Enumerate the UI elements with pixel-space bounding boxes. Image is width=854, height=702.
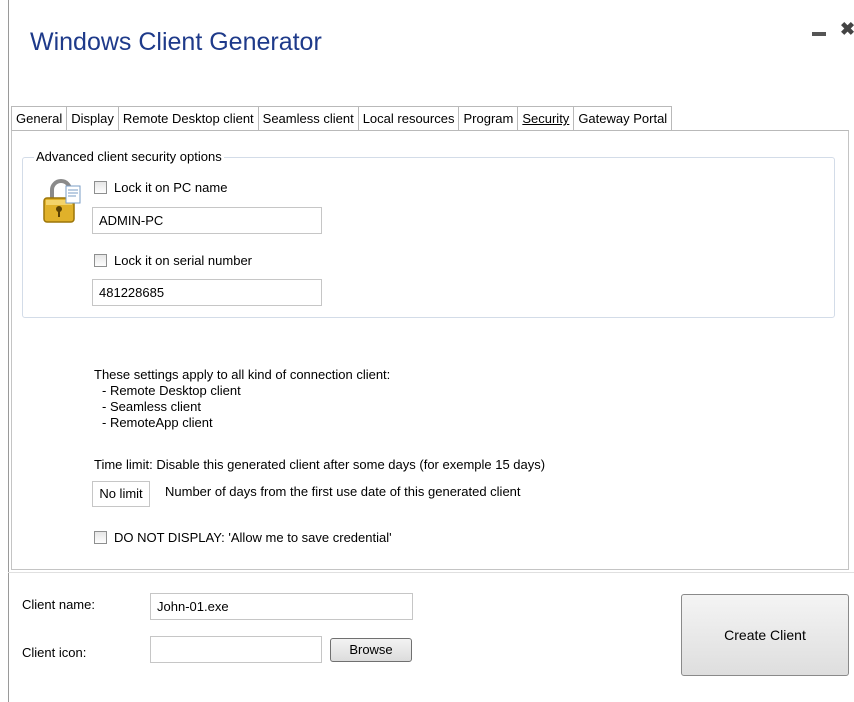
tab-security[interactable]: Security [517, 106, 575, 131]
tab-local-resources[interactable]: Local resources [357, 106, 460, 131]
info-item-seamless: - Seamless client [102, 399, 201, 414]
info-heading: These settings apply to all kind of conn… [94, 367, 391, 382]
serial-number-field[interactable]: 481228685 [92, 279, 322, 306]
tab-bar: General Display Remote Desktop client Se… [11, 106, 673, 131]
time-limit-text: Time limit: Disable this generated clien… [94, 457, 546, 472]
time-limit-field[interactable]: No limit [92, 481, 150, 507]
security-options-group-title: Advanced client security options [34, 149, 224, 164]
create-client-button[interactable]: Create Client [681, 594, 849, 676]
client-icon-label: Client icon: [22, 645, 87, 660]
info-item-remote-desktop: - Remote Desktop client [102, 383, 241, 398]
browse-button[interactable]: Browse [330, 638, 412, 662]
tab-remote-desktop-client[interactable]: Remote Desktop client [117, 106, 259, 131]
lock-pc-name-checkbox[interactable] [94, 181, 107, 194]
client-icon-field[interactable] [150, 636, 322, 663]
close-icon[interactable]: ✖ [840, 20, 854, 38]
time-limit-description: Number of days from the first use date o… [165, 484, 521, 499]
pc-name-field[interactable]: ADMIN-PC [92, 207, 322, 234]
window-title: Windows Client Generator [30, 28, 322, 56]
bottom-separator [8, 572, 854, 573]
padlock-icon [43, 179, 81, 223]
tab-gateway-portal[interactable]: Gateway Portal [573, 106, 673, 131]
lock-pc-name-label: Lock it on PC name [114, 180, 228, 195]
tab-seamless-client[interactable]: Seamless client [257, 106, 359, 131]
info-item-remoteapp: - RemoteApp client [102, 415, 213, 430]
tab-general[interactable]: General [11, 106, 68, 131]
minimize-icon[interactable] [812, 22, 826, 36]
tab-display[interactable]: Display [66, 106, 119, 131]
lock-serial-checkbox[interactable] [94, 254, 107, 267]
dont-display-credential-checkbox[interactable] [94, 531, 107, 544]
dont-display-credential-label: DO NOT DISPLAY: 'Allow me to save creden… [114, 530, 392, 545]
client-name-field[interactable]: John-01.exe [150, 593, 413, 620]
lock-serial-label: Lock it on serial number [114, 253, 253, 268]
window-left-border [8, 0, 9, 702]
tab-program[interactable]: Program [458, 106, 519, 131]
client-generator-window: Windows Client Generator ✖ General Displ… [0, 0, 854, 702]
client-name-label: Client name: [22, 597, 95, 612]
